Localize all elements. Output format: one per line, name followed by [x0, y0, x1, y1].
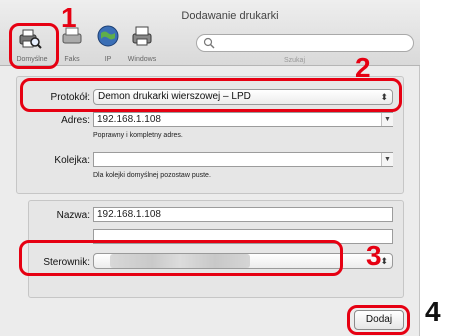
- updown-arrows-icon: ⬍: [380, 256, 388, 266]
- queue-dropdown-button[interactable]: ▼: [381, 153, 393, 166]
- callout-highlight-add: [347, 305, 410, 335]
- window-title: Dodawanie drukarki: [181, 10, 279, 22]
- globe-icon: [97, 25, 119, 47]
- callout-highlight-driver: [19, 240, 343, 276]
- toolbar-windows-label: Windows: [127, 56, 157, 63]
- address-hint: Poprawny i kompletny adres.: [93, 132, 183, 139]
- search-label: Szukaj: [284, 57, 306, 64]
- queue-field[interactable]: [93, 152, 393, 167]
- callout-number-1: 1: [61, 2, 77, 33]
- search-field[interactable]: [196, 34, 414, 52]
- callout-number-4: 4: [425, 296, 441, 327]
- address-label: Adres:: [61, 115, 90, 126]
- add-printer-window: Dodawanie drukarki Domyślne Faks IP Wind…: [0, 0, 420, 336]
- search-icon: [203, 37, 215, 49]
- queue-hint: Dla kolejki domyślnej pozostaw puste.: [93, 172, 211, 179]
- address-field[interactable]: 192.168.1.108: [93, 112, 393, 127]
- network-printer-icon: [132, 26, 152, 46]
- callout-number-2: 2: [355, 52, 371, 83]
- name-value: 192.168.1.108: [97, 209, 161, 220]
- callout-highlight-default: [9, 23, 59, 69]
- callout-highlight-protocol: [20, 78, 402, 112]
- address-value: 192.168.1.108: [97, 114, 161, 125]
- toolbar-windows-button[interactable]: Windows: [120, 24, 164, 64]
- callout-number-3: 3: [366, 240, 382, 271]
- name-label: Nazwa:: [56, 210, 90, 221]
- name-field[interactable]: 192.168.1.108: [93, 207, 393, 222]
- address-dropdown-button[interactable]: ▼: [381, 113, 393, 126]
- queue-label: Kolejka:: [54, 155, 90, 166]
